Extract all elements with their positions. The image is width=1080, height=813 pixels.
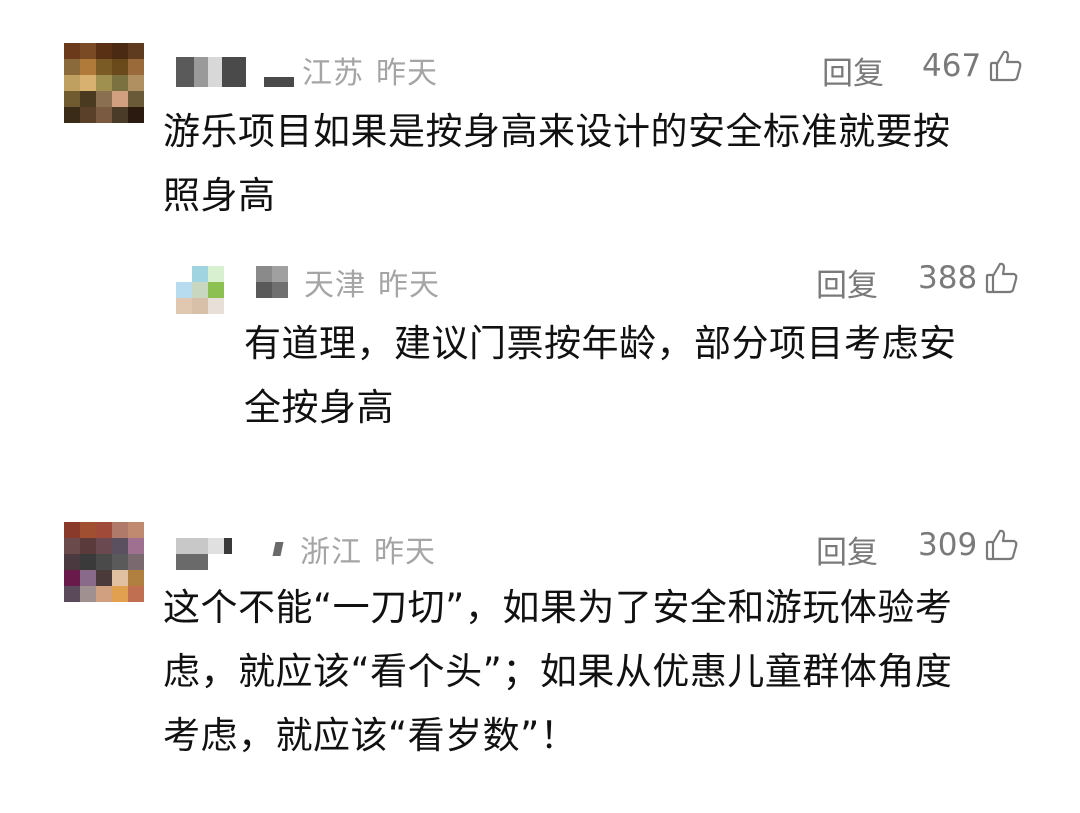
avatar-mosaic-cell: [96, 538, 112, 554]
avatar-mosaic-cell: [96, 75, 112, 91]
avatar-mosaic-cell: [208, 282, 224, 298]
avatar[interactable]: [64, 522, 144, 602]
thumbs-up-icon: [985, 528, 1019, 562]
avatar-mosaic-cell: [64, 586, 80, 602]
comment-text-line: 虑，就应该“看个头”；如果从优惠儿童群体角度: [163, 650, 953, 693]
comment-text-line: 照身高: [163, 174, 276, 217]
avatar-mosaic-cell: [112, 570, 128, 586]
avatar-mosaic-cell: [64, 522, 80, 538]
like-count: 467: [922, 48, 982, 84]
timestamp: 昨天: [376, 56, 438, 91]
like-count: 388: [918, 260, 978, 296]
avatar-mosaic-cell: [96, 107, 112, 123]
avatar-mosaic-cell: [64, 554, 80, 570]
avatar-mosaic-cell: [64, 43, 80, 59]
like-button[interactable]: 467: [922, 48, 1023, 84]
comment-text-line: 有道理，建议门票按年龄，部分项目考虑安: [244, 322, 957, 365]
avatar-mosaic-cell: [208, 298, 224, 314]
avatar-mosaic-cell: [96, 91, 112, 107]
avatar-mosaic-cell: [96, 43, 112, 59]
avatar-mosaic-cell: [64, 107, 80, 123]
avatar-mosaic-cell: [192, 266, 208, 282]
avatar-mosaic-cell: [112, 43, 128, 59]
avatar-mosaic-cell: [96, 570, 112, 586]
avatar-mosaic-cell: [128, 538, 144, 554]
avatar-mosaic-cell: [128, 107, 144, 123]
comment-text: 这个不能“一刀切”，如果为了安全和游玩体验考 虑，就应该“看个头”；如果从优惠儿…: [163, 576, 952, 768]
avatar-mosaic-cell: [128, 59, 144, 75]
avatar-mosaic-cell: [80, 107, 96, 123]
username-blurred[interactable]: [176, 57, 294, 87]
comment-text: 游乐项目如果是按身高来设计的安全标准就要按 照身高: [163, 100, 951, 228]
comment-text-line: 考虑，就应该“看岁数”！: [163, 714, 578, 757]
avatar-mosaic-cell: [128, 75, 144, 91]
like-count: 309: [918, 527, 978, 563]
avatar-mosaic-cell: [96, 554, 112, 570]
avatar-mosaic-cell: [80, 554, 96, 570]
avatar-mosaic-cell: [80, 75, 96, 91]
timestamp: 昨天: [378, 268, 440, 303]
avatar[interactable]: [176, 266, 224, 314]
avatar-mosaic-cell: [192, 298, 208, 314]
avatar-mosaic-cell: [208, 266, 224, 282]
avatar-mosaic-cell: [64, 91, 80, 107]
avatar-mosaic-cell: [176, 298, 192, 314]
avatar-mosaic-cell: [112, 554, 128, 570]
avatar-mosaic-cell: [128, 43, 144, 59]
avatar-mosaic-cell: [80, 59, 96, 75]
avatar-mosaic-cell: [128, 586, 144, 602]
avatar-mosaic-cell: [192, 282, 208, 298]
avatar-mosaic-cell: [112, 59, 128, 75]
avatar-mosaic-cell: [96, 586, 112, 602]
avatar-mosaic-cell: [128, 91, 144, 107]
avatar-mosaic-cell: [80, 522, 96, 538]
avatar-mosaic-cell: [64, 538, 80, 554]
location-label: 江苏: [302, 56, 364, 91]
avatar-mosaic-cell: [80, 586, 96, 602]
avatar-mosaic-cell: [176, 266, 192, 282]
badge-dot: [272, 542, 284, 556]
reply-button[interactable]: 回复: [816, 527, 878, 572]
comment-meta: 江苏 昨天: [302, 48, 438, 92]
avatar-mosaic-cell: [96, 59, 112, 75]
avatar-mosaic-cell: [96, 522, 112, 538]
avatar-mosaic-cell: [64, 570, 80, 586]
avatar-mosaic-cell: [128, 570, 144, 586]
avatar-mosaic-cell: [112, 91, 128, 107]
comment-meta: 天津 昨天: [304, 260, 440, 304]
avatar-mosaic-cell: [112, 538, 128, 554]
avatar-mosaic-cell: [80, 43, 96, 59]
comment-text-line: 全按身高: [244, 386, 394, 429]
avatar-mosaic-cell: [80, 91, 96, 107]
avatar-mosaic-cell: [128, 554, 144, 570]
reply-button[interactable]: 回复: [822, 48, 884, 93]
comment-meta: 浙江 昨天: [300, 527, 436, 571]
like-button[interactable]: 388: [918, 260, 1019, 296]
timestamp: 昨天: [374, 535, 436, 570]
comment-text-line: 游乐项目如果是按身高来设计的安全标准就要按: [163, 110, 951, 153]
avatar-mosaic-cell: [112, 522, 128, 538]
avatar-mosaic-cell: [80, 570, 96, 586]
comment-text-line: 这个不能“一刀切”，如果为了安全和游玩体验考: [163, 586, 953, 629]
avatar-mosaic-cell: [112, 107, 128, 123]
thumbs-up-icon: [985, 261, 1019, 295]
username-blurred[interactable]: [176, 538, 232, 570]
avatar-mosaic-cell: [176, 282, 192, 298]
avatar-mosaic-cell: [128, 522, 144, 538]
avatar[interactable]: [64, 43, 144, 123]
location-label: 天津: [304, 268, 366, 303]
like-button[interactable]: 309: [918, 527, 1019, 563]
username-blurred[interactable]: [256, 266, 288, 298]
comment-text: 有道理，建议门票按年龄，部分项目考虑安 全按身高: [244, 312, 957, 440]
reply-button[interactable]: 回复: [816, 260, 878, 305]
avatar-mosaic-cell: [112, 586, 128, 602]
location-label: 浙江: [300, 535, 362, 570]
thumbs-up-icon: [989, 49, 1023, 83]
avatar-mosaic-cell: [112, 75, 128, 91]
avatar-mosaic-cell: [64, 59, 80, 75]
avatar-mosaic-cell: [80, 538, 96, 554]
avatar-mosaic-cell: [64, 75, 80, 91]
